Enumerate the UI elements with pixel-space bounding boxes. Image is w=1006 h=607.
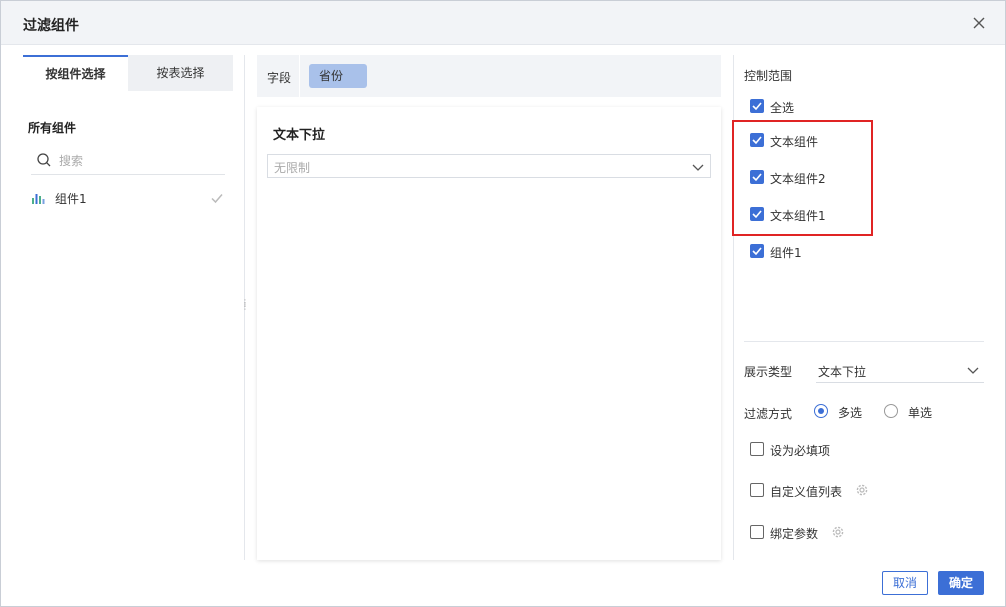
search-input[interactable] [59, 151, 219, 171]
ok-button[interactable]: 确定 [938, 571, 984, 595]
component-label: 组件1 [55, 192, 87, 206]
display-type-dropdown[interactable]: 文本下拉 [816, 357, 984, 383]
radio-label: 多选 [838, 406, 863, 420]
checkbox-unchecked[interactable] [750, 483, 764, 497]
tab-by-component[interactable]: 按组件选择 [23, 55, 128, 91]
display-type-label: 展示类型 [744, 365, 793, 379]
close-button[interactable] [969, 13, 989, 33]
checkbox-label: 组件1 [770, 246, 802, 260]
all-components-label: 所有组件 [28, 121, 77, 135]
checkbox-unchecked[interactable] [750, 442, 764, 456]
dialog-title: 过滤组件 [23, 18, 79, 34]
preview-dropdown[interactable]: 无限制 [267, 154, 711, 178]
search-icon [37, 153, 51, 167]
radio-label: 单选 [908, 406, 933, 420]
select-mode-tabs: 按组件选择 按表选择 [23, 55, 233, 91]
close-icon [973, 17, 985, 29]
radio-unselected[interactable] [884, 404, 898, 418]
highlight-annotation [732, 120, 873, 236]
checkbox-label: 设为必填项 [770, 444, 831, 458]
field-label: 字段 [267, 71, 292, 85]
preview-dropdown-placeholder: 无限制 [274, 161, 311, 175]
checkmark-icon [211, 194, 223, 204]
radio-selected[interactable] [814, 404, 828, 418]
field-bar: 字段 省份 [257, 55, 721, 97]
dialog-header: 过滤组件 [1, 1, 1005, 45]
list-item[interactable]: 组件1 [31, 187, 225, 209]
left-panel: 按组件选择 按表选择 所有组件 组件1 [23, 55, 233, 560]
checkbox-label: 全选 [770, 101, 795, 115]
component-search [31, 147, 225, 175]
cancel-button[interactable]: 取消 [882, 571, 928, 595]
checkbox-label: 绑定参数 [770, 527, 819, 541]
preview-panel: 文本下拉 无限制 [257, 107, 721, 560]
preview-title: 文本下拉 [273, 128, 326, 143]
filter-component-dialog: 过滤组件 按组件选择 按表选择 所有组件 组件1 ⋮⋮ [0, 0, 1006, 607]
gear-icon[interactable] [855, 483, 869, 497]
chevron-down-icon [692, 164, 704, 171]
gear-icon[interactable] [831, 525, 845, 539]
checkbox-checked[interactable] [750, 99, 764, 113]
resize-handle-icon[interactable]: ⋮ ⋮ [241, 299, 249, 315]
checkbox-unchecked[interactable] [750, 525, 764, 539]
bar-chart-icon [32, 194, 45, 204]
filter-mode-label: 过滤方式 [744, 407, 793, 421]
tab-by-table[interactable]: 按表选择 [128, 55, 233, 91]
chevron-down-icon [967, 367, 979, 374]
display-type-value: 文本下拉 [818, 365, 867, 379]
checkbox-label: 自定义值列表 [770, 485, 843, 499]
control-scope-label: 控制范围 [744, 69, 793, 83]
check-icon [752, 102, 762, 111]
field-chip[interactable]: 省份 [309, 64, 367, 88]
check-icon [752, 247, 762, 256]
divider [744, 341, 984, 342]
divider [299, 55, 300, 97]
checkbox-checked[interactable] [750, 244, 764, 258]
